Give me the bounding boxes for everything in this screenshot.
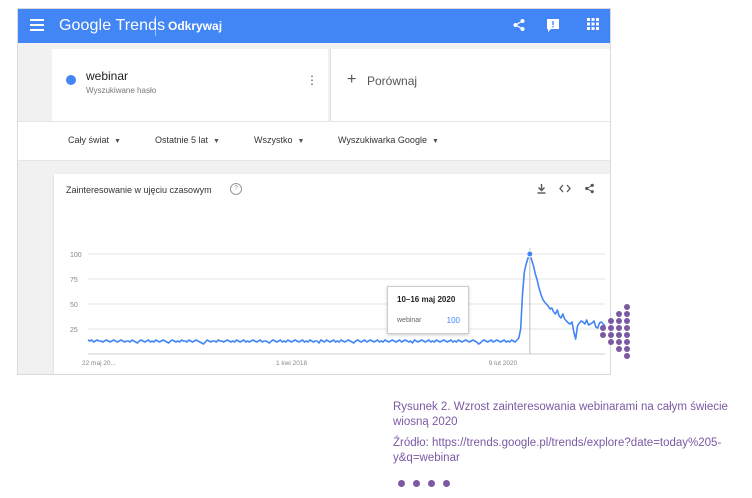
decorative-dot	[608, 318, 614, 324]
filter-region[interactable]: Cały świat ▼	[68, 135, 121, 145]
caret-down-icon: ▼	[297, 138, 305, 145]
interest-line-chart[interactable]: 100 75 50 25 22 maj 20... 1 kwi 2018 9 lut 202…	[54, 174, 610, 374]
decorative-dot	[616, 346, 622, 352]
decorative-dot	[616, 311, 622, 317]
decorative-dot	[624, 304, 630, 310]
series-line-webinar[interactable]	[87, 253, 606, 345]
interest-over-time-card: Zainteresowanie w ujęciu czasowym ? 100 7…	[54, 174, 610, 374]
y-tick-label: 50	[70, 302, 78, 309]
decorative-dot	[616, 339, 622, 345]
y-tick-label: 75	[70, 277, 78, 284]
share-icon[interactable]	[511, 18, 527, 34]
term-type: Wyszukiwane hasło	[86, 86, 157, 95]
decorative-dot	[624, 339, 630, 345]
feedback-icon[interactable]	[545, 18, 561, 34]
decorative-dot	[616, 318, 622, 324]
tooltip-term: webinar	[397, 317, 422, 324]
filter-search-type[interactable]: Wyszukiwarka Google ▼	[338, 135, 439, 145]
chart-tooltip: 10–16 maj 2020 webinar 100	[387, 286, 469, 334]
x-tick-label: 9 lut 2020	[489, 360, 518, 367]
figure-caption: Rysunek 2. Wzrost zainteresowania webina…	[393, 400, 743, 472]
term-color-dot	[66, 75, 76, 85]
more-vert-icon[interactable]: ⋮	[306, 73, 318, 87]
figure-source: Źródło: https://trends.google.pl/trends/…	[393, 437, 722, 464]
decorative-dot	[624, 311, 630, 317]
x-tick-label: 22 maj 20...	[82, 360, 116, 367]
decorative-dot	[608, 339, 614, 345]
filter-category-label: Wszystko	[254, 135, 293, 145]
figure-title: Rysunek 2. Wzrost zainteresowania webina…	[393, 401, 728, 428]
filter-category[interactable]: Wszystko ▼	[254, 135, 304, 145]
x-tick-label: 1 kwi 2018	[276, 360, 307, 367]
filter-time-range[interactable]: Ostatnie 5 lat ▼	[155, 135, 220, 145]
filter-region-label: Cały świat	[68, 135, 110, 145]
decorative-dot	[616, 332, 622, 338]
add-icon[interactable]: +	[347, 71, 356, 89]
caret-down-icon: ▼	[213, 138, 220, 145]
header-divider	[155, 16, 156, 36]
caret-down-icon: ▼	[114, 138, 121, 145]
y-tick-label: 100	[70, 252, 82, 259]
y-tick-label: 25	[70, 327, 78, 334]
decorative-dot	[413, 480, 420, 487]
compare-card[interactable]: + Porównaj	[330, 49, 610, 121]
decorative-dot	[624, 325, 630, 331]
decorative-dot	[616, 325, 622, 331]
menu-icon[interactable]	[30, 19, 44, 31]
google-trends-logo[interactable]: Google Trends	[59, 17, 165, 35]
caret-down-icon: ▼	[431, 138, 439, 145]
decorative-dot	[398, 480, 405, 487]
trends-screenshot: Google Trends Odkrywaj webinar Wyszukiwa…	[17, 8, 611, 375]
decorative-dot	[624, 318, 630, 324]
tooltip-value: 100	[446, 316, 460, 325]
decorative-dot	[600, 332, 606, 338]
nav-explore[interactable]: Odkrywaj	[168, 19, 222, 33]
decorative-dot	[624, 353, 630, 359]
search-term-card[interactable]: webinar Wyszukiwane hasło ⋮	[52, 49, 328, 121]
decorative-dot	[624, 346, 630, 352]
decorative-dot	[600, 325, 606, 331]
tooltip-date: 10–16 maj 2020	[397, 295, 456, 304]
decorative-dot	[608, 325, 614, 331]
peak-point[interactable]	[526, 250, 534, 258]
term-name[interactable]: webinar	[86, 69, 128, 83]
decorative-dot	[608, 332, 614, 338]
filters-bar: Cały świat ▼ Ostatnie 5 lat ▼ Wszystko ▼ Wy…	[18, 121, 610, 161]
decorative-dot	[624, 332, 630, 338]
apps-icon[interactable]	[585, 18, 601, 34]
decorative-dot	[428, 480, 435, 487]
compare-label[interactable]: Porównaj	[367, 74, 417, 88]
filter-search-type-label: Wyszukiwarka Google	[338, 135, 427, 145]
filter-time-label: Ostatnie 5 lat	[155, 135, 209, 145]
top-app-bar: Google Trends Odkrywaj	[18, 9, 610, 43]
decorative-dot	[443, 480, 450, 487]
